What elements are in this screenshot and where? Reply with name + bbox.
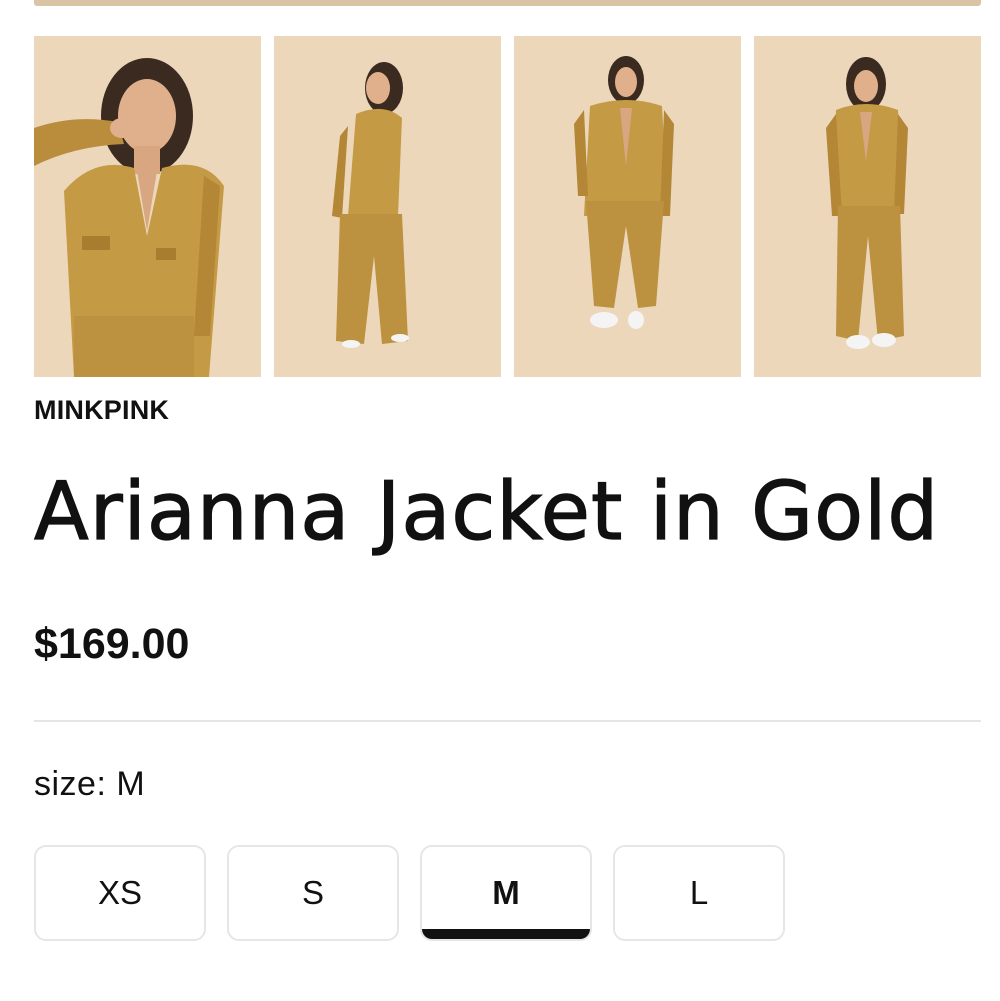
gallery-image-1[interactable] (34, 36, 261, 377)
gallery-image-3[interactable] (514, 36, 741, 377)
size-option-s[interactable]: S (227, 845, 399, 941)
model-photo-4 (754, 36, 981, 377)
size-options: XS S M L (34, 845, 785, 945)
product-image-gallery (34, 36, 981, 377)
size-option-xs[interactable]: XS (34, 845, 206, 941)
product-page: MINKPINK Arianna Jacket in Gold $169.00 … (0, 0, 1000, 1001)
size-option-m[interactable]: M (420, 845, 592, 941)
model-photo-3 (514, 36, 741, 377)
gallery-image-4[interactable] (754, 36, 981, 377)
gallery-image-2[interactable] (274, 36, 501, 377)
brand-name[interactable]: MINKPINK (34, 394, 169, 426)
size-option-l[interactable]: L (613, 845, 785, 941)
section-divider (34, 720, 981, 722)
size-selection-label: size: M (34, 765, 146, 803)
model-photo-1 (34, 36, 261, 377)
product-title: Arianna Jacket in Gold (33, 464, 940, 558)
product-price: $169.00 (34, 620, 190, 668)
model-photo-2 (274, 36, 501, 377)
previous-image-edge (34, 0, 981, 6)
